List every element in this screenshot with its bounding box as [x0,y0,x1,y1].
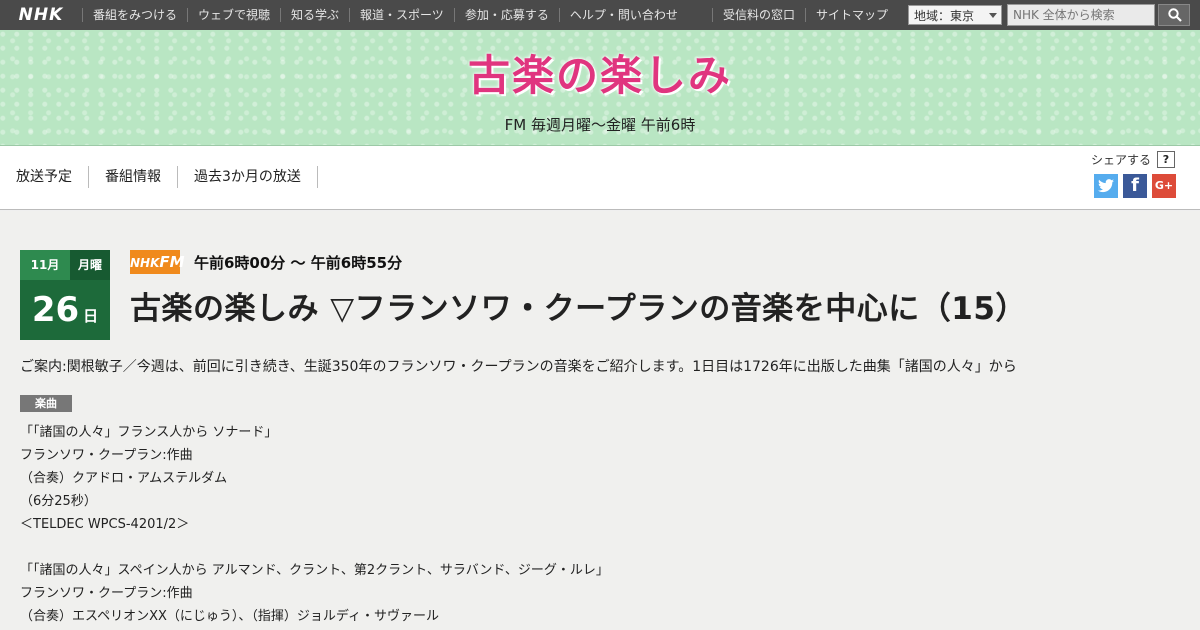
music-catalog: ＜TELDEC WPCS-4201/2＞ [20,517,190,532]
channel-badge-suffix: FM [159,253,185,271]
nhk-logo[interactable]: NHK [0,0,82,30]
global-nav-left: 番組をみつける ウェブで視聴 知る学ぶ 報道・スポーツ 参加・応募する ヘルプ・… [82,0,688,30]
region-label: 地域：東京 [914,8,975,23]
gnav-sitemap[interactable]: サイトマップ [805,8,898,22]
tab-schedule[interactable]: 放送予定 [0,166,89,188]
music-title: 「「諸国の人々」スペイン人から アルマンド、クラント、第2クラント、サラバンド、… [20,563,609,578]
twitter-icon [1098,179,1114,193]
channel-badge-prefix: NHK [130,256,160,270]
music-composer: フランソワ・クープラン:作曲 [20,586,193,601]
tab-past-broadcasts[interactable]: 過去3か月の放送 [178,166,318,188]
music-composer: フランソワ・クープラン:作曲 [20,448,193,463]
program-schedule: FM 毎週月曜～金曜 午前6時 [504,116,696,134]
gnav-watch-web[interactable]: ウェブで視聴 [187,8,280,22]
search-input[interactable] [1007,4,1155,26]
music-performer: （合奏）クアドロ・アムステルダム [20,471,228,486]
share-help-button[interactable]: ? [1157,151,1175,168]
global-nav-right: 受信料の窓口 サイトマップ [712,0,898,30]
music-duration: （6分25秒） [20,494,97,509]
airtime: 午前6時00分 ～ 午前6時55分 [194,254,403,272]
program-banner: 古楽の楽しみ FM 毎週月曜～金曜 午前6時 [0,30,1200,146]
gnav-news-sports[interactable]: 報道・スポーツ [349,8,454,22]
music-list: 「「諸国の人々」フランス人から ソナード」 フランソワ・クープラン:作曲 （合奏… [20,421,609,628]
region-select[interactable]: 地域：東京 [908,5,1002,25]
music-tag: 楽曲 [20,395,72,412]
gnav-help[interactable]: ヘルプ・問い合わせ [558,8,688,22]
date-weekday: 月曜 [70,250,110,280]
program-logo-title[interactable]: 古楽の楽しみ [0,42,1200,103]
global-nav-bar: NHK 番組をみつける ウェブで視聴 知る学ぶ 報道・スポーツ 参加・応募する … [0,0,1200,30]
twitter-share-button[interactable] [1094,174,1118,198]
gnav-learn[interactable]: 知る学ぶ [280,8,349,22]
googleplus-share-button[interactable]: G+ [1152,174,1176,198]
date-day-unit: 日 [83,307,99,325]
episode-intro: ご案内:関根敏子／今週は、前回に引き続き、生誕350年のフランソワ・クープランの… [20,359,1017,375]
music-item: 「「諸国の人々」スペイン人から アルマンド、クラント、第2クラント、サラバンド、… [20,559,609,628]
gnav-participate[interactable]: 参加・応募する [453,8,559,22]
subnav-tabs: 放送予定 番組情報 過去3か月の放送 [0,166,318,188]
gnav-license-fee[interactable]: 受信料の窓口 [712,8,805,22]
search-button[interactable] [1158,4,1190,26]
music-item: 「「諸国の人々」フランス人から ソナード」 フランソワ・クープラン:作曲 （合奏… [20,421,609,536]
gnav-find-programs[interactable]: 番組をみつける [82,8,187,22]
search-icon [1168,8,1182,22]
facebook-share-button[interactable]: f [1123,174,1147,198]
date-day-number: 26 [31,290,80,330]
nhk-fm-channel-badge: NHKFM [130,250,185,274]
chevron-down-icon [989,13,997,18]
date-month: 11月 [20,250,70,280]
broadcast-date: 11月 月曜 26 日 [20,250,110,340]
tab-program-info[interactable]: 番組情報 [89,166,178,188]
music-spacer [20,536,609,559]
episode-title: 古楽の楽しみ ▽フランソワ・クープランの音楽を中心に（15） [130,291,1027,327]
share-label: シェアする [1091,153,1152,167]
date-day: 26 日 [20,280,110,340]
music-performer: （合奏）エスペリオンXX（にじゅう）、（指揮）ジョルディ・サヴァール [20,609,439,624]
program-subnav: 放送予定 番組情報 過去3か月の放送 シェアする ? f G+ [0,146,1200,210]
episode-detail: 11月 月曜 26 日 NHKFM 午前6時00分 ～ 午前6時55分 古楽の楽し… [0,211,1200,630]
music-title: 「「諸国の人々」フランス人から ソナード」 [20,425,278,440]
